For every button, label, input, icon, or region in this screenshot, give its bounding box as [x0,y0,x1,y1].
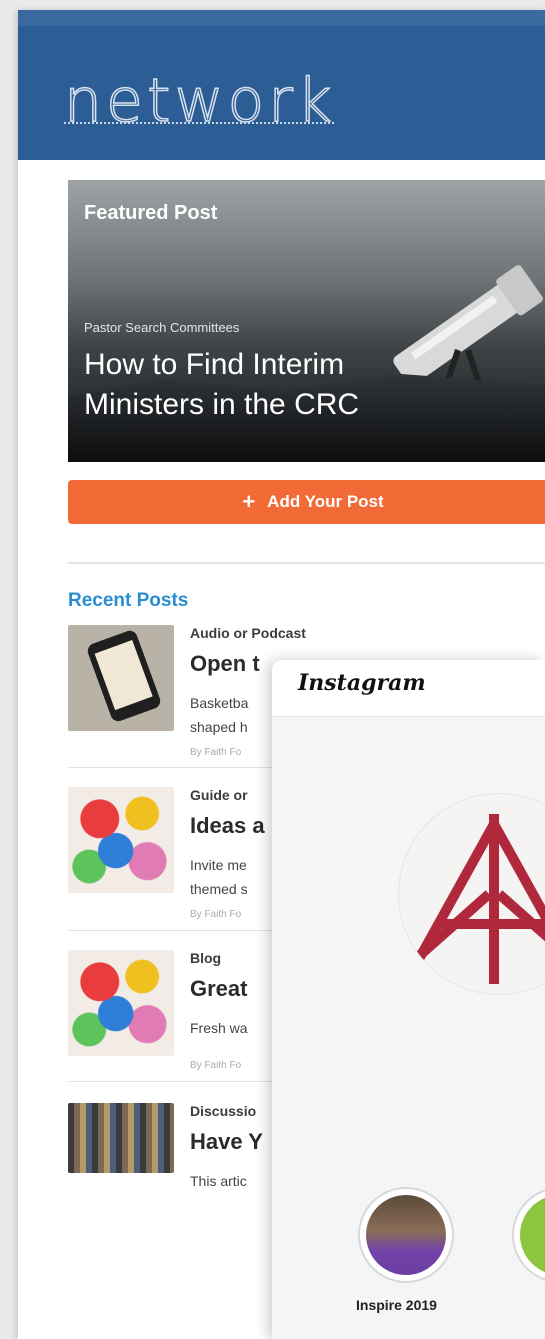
post-category[interactable]: Guide or [190,787,248,803]
crc-logo-icon [414,814,545,984]
featured-post-card[interactable]: Featured Post Pastor Search Committees H… [68,180,545,462]
phone-image [85,628,163,724]
post-title[interactable]: Great [190,976,247,1002]
site-header: network [18,10,545,160]
section-divider [68,562,545,564]
network-logo[interactable]: network [63,65,336,137]
post-thumbnail[interactable] [68,787,174,893]
profile-avatar[interactable] [398,793,545,995]
recent-posts-heading: Recent Posts [68,590,189,611]
instagram-profile-body: Inspire 2019 [272,717,545,1339]
story-highlight[interactable] [358,1187,454,1283]
add-post-button[interactable]: + Add Your Post [68,480,545,524]
highlight-label: Inspire 2019 [356,1297,437,1313]
post-category[interactable]: Audio or Podcast [190,625,306,641]
plus-icon: + [242,489,256,514]
instagram-logo[interactable]: Instagram [298,670,426,696]
featured-title[interactable]: How to Find Interim Ministers in the CRC [84,345,464,425]
post-category[interactable]: Discussio [190,1103,256,1119]
instagram-panel: Instagram Inspire 2019 [272,660,545,1339]
add-post-label: Add Your Post [267,492,384,511]
post-byline: By Faith Fo [190,909,242,920]
featured-label: Featured Post [84,202,218,224]
post-byline: By Faith Fo [190,1060,242,1071]
post-title[interactable]: Open t [190,651,260,677]
highlight-thumbnail [366,1195,446,1275]
post-thumbnail[interactable] [68,950,174,1056]
post-thumbnail[interactable] [68,625,174,731]
post-category[interactable]: Blog [190,950,221,966]
featured-category[interactable]: Pastor Search Committees [84,320,239,335]
post-title[interactable]: Ideas a [190,813,265,839]
post-byline: By Faith Fo [190,747,242,758]
story-highlight[interactable] [512,1187,545,1283]
highlight-thumbnail [520,1195,545,1275]
post-title[interactable]: Have Y [190,1129,263,1155]
instagram-header: Instagram [272,660,545,717]
post-thumbnail[interactable] [68,1103,174,1173]
